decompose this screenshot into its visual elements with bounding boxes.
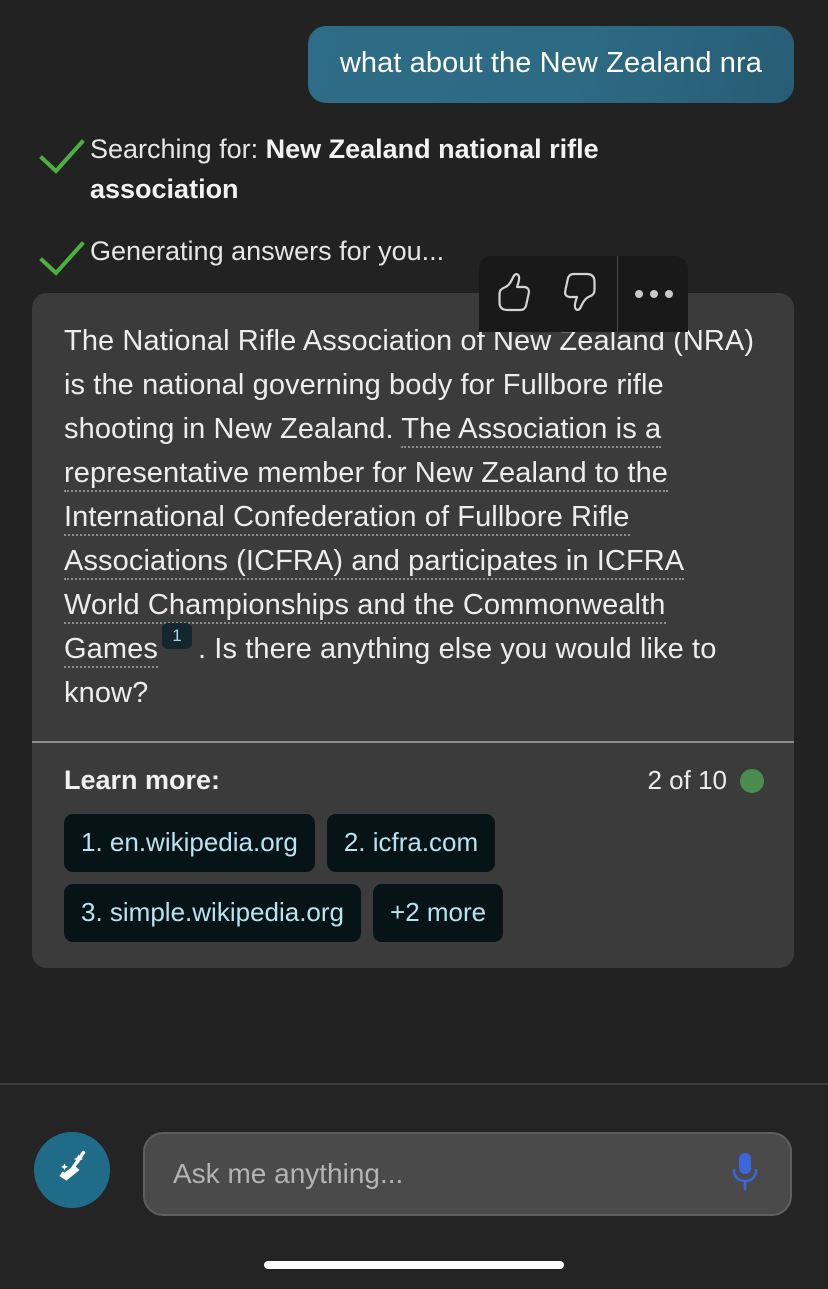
toolbar-divider [617,256,618,332]
ask-input-wrapper[interactable] [143,1132,792,1216]
check-icon [34,233,90,285]
user-message-row: what about the New Zealand nra [0,0,828,104]
status-prefix: Searching for: [90,134,266,165]
status-line-generating: Generating answers for you... [0,229,828,285]
citation-badge[interactable]: 1 [161,623,192,650]
home-indicator [264,1261,564,1269]
microphone-icon [728,1150,762,1199]
source-chip[interactable]: 2. icfra.com [326,814,496,873]
broom-icon [50,1146,94,1195]
source-chip-list: 1. en.wikipedia.org 2. icfra.com 3. simp… [64,814,764,943]
ask-input[interactable] [171,1157,722,1191]
source-chip[interactable]: 1. en.wikipedia.org [64,814,315,873]
check-icon [34,131,90,183]
sources-header: Learn more: 2 of 10 [64,765,764,796]
more-options-icon [635,290,673,298]
microphone-button[interactable] [722,1149,768,1199]
source-counter-text: 2 of 10 [647,765,727,796]
answer-segment-cited: The Association is a representative memb… [64,413,685,669]
source-chip[interactable]: 3. simple.wikipedia.org [64,884,362,943]
feedback-toolbar [479,256,688,332]
thumbs-down-icon [561,271,601,318]
thumbs-down-button[interactable] [547,256,615,332]
more-options-button[interactable] [620,256,688,332]
more-sources-chip[interactable]: +2 more [373,884,504,943]
learn-more-label: Learn more: [64,765,221,796]
status-dot-icon [740,768,764,793]
source-counter: 2 of 10 [647,765,764,796]
conversation-scroll-area[interactable]: what about the New Zealand nra Searching… [0,0,828,1083]
status-text-searching: Searching for: New Zealand national rifl… [90,127,650,209]
thumbs-up-icon [493,271,533,318]
user-message-bubble: what about the New Zealand nra [307,26,794,104]
sources-section: Learn more: 2 of 10 1. en.wikipedia.org … [32,743,794,968]
status-text-generating: Generating answers for you... [90,236,445,267]
clear-chat-button[interactable] [34,1132,110,1208]
composer-bar [0,1085,828,1289]
answer-body: The National Rifle Association of New Ze… [32,293,794,741]
answer-text: The National Rifle Association of New Ze… [64,319,764,715]
answer-card: The National Rifle Association of New Ze… [32,293,794,969]
status-line-searching: Searching for: New Zealand national rifl… [0,127,828,209]
thumbs-up-button[interactable] [479,256,547,332]
